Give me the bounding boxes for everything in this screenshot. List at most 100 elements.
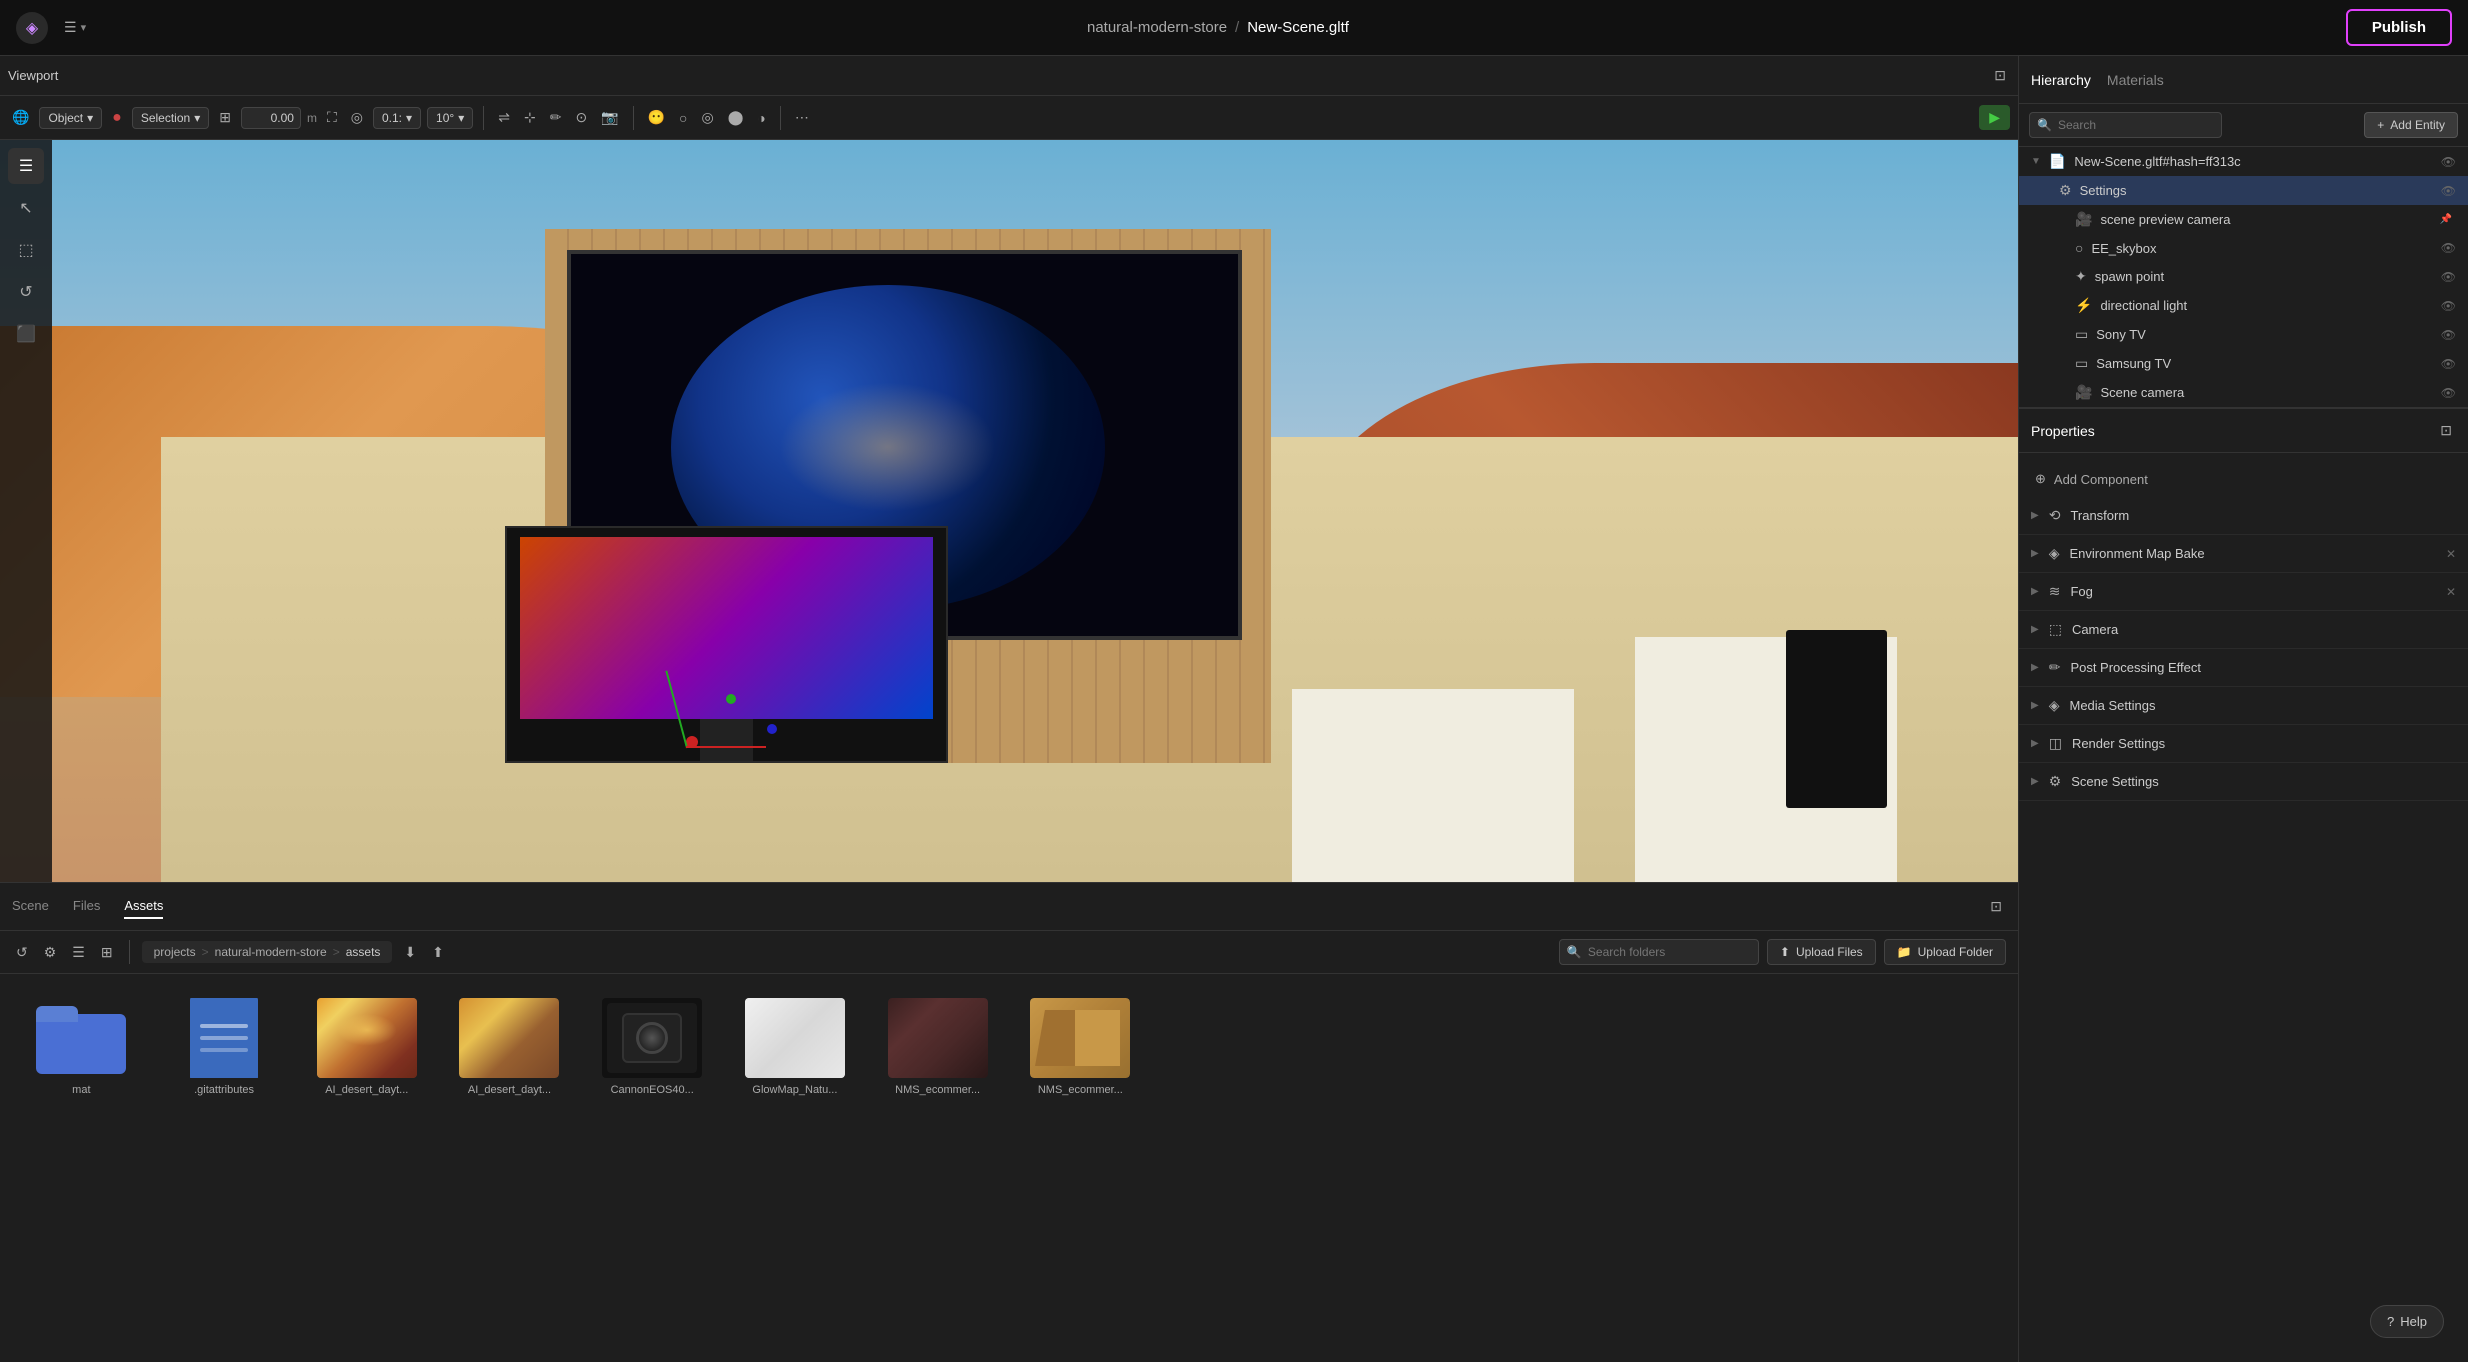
breadcrumb-projects[interactable]: projects <box>154 945 196 959</box>
upload-folder-button[interactable]: 📁 Upload Folder <box>1884 939 2006 965</box>
transform-icon-button[interactable]: ⇌ <box>494 105 514 130</box>
angle-value-select[interactable]: 10° ▾ <box>427 107 473 129</box>
box-tool-button[interactable]: ⬚ <box>8 232 44 268</box>
file-item-ai-desert-2[interactable]: AI_desert_dayt... <box>444 990 575 1104</box>
halfcircle-icon-button[interactable]: ◑ <box>753 106 769 130</box>
prop-render-header[interactable]: ▶ ◫ Render Settings <box>2019 725 2468 762</box>
tab-assets[interactable]: Assets <box>124 894 163 919</box>
file-item-canon[interactable]: CannonEOS40... <box>587 990 718 1104</box>
tree-scene-preview-camera[interactable]: 🎥 scene preview camera 📌 <box>2019 205 2468 234</box>
3d-viewport[interactable] <box>0 140 2018 882</box>
file-item-mat[interactable]: mat <box>16 990 147 1104</box>
world-icon-button[interactable]: 🌐 <box>8 105 33 130</box>
file-item-glowmap[interactable]: GlowMap_Natu... <box>730 990 861 1104</box>
tab-files[interactable]: Files <box>73 894 100 919</box>
sony-eye-icon[interactable]: 👁 <box>2441 328 2456 342</box>
ring-icon-button[interactable]: ◎ <box>698 105 718 130</box>
gitattributes-thumb <box>174 998 274 1078</box>
glowmap-thumb <box>745 998 845 1078</box>
hamburger-button[interactable]: ☰ ▾ <box>60 15 90 40</box>
tree-ee-skybox[interactable]: ○ EE_skybox 👁 <box>2019 234 2468 262</box>
tree-settings[interactable]: ⚙ Settings 👁 <box>2019 176 2468 205</box>
camera-icon-button[interactable]: 📷 <box>597 105 622 130</box>
upload-files-button[interactable]: ⬆ Upload Files <box>1767 939 1876 965</box>
face-icon-button[interactable]: 😶 <box>644 105 669 130</box>
folder-search-input[interactable] <box>1559 939 1759 965</box>
env-map-close-button[interactable]: ✕ <box>2446 547 2456 561</box>
more-options-button[interactable]: ⋯ <box>791 105 813 130</box>
magnet-button[interactable]: ◎ <box>347 105 367 130</box>
fog-close-button[interactable]: ✕ <box>2446 585 2456 599</box>
spawn-eye-icon[interactable]: 👁 <box>2441 270 2456 284</box>
prop-env-map-header[interactable]: ▶ ◈ Environment Map Bake ✕ <box>2019 535 2468 572</box>
play-button[interactable]: ▶ <box>1979 105 2010 130</box>
settings-button[interactable]: ⚙ <box>40 940 61 965</box>
prop-post-header[interactable]: ▶ ✏ Post Processing Effect <box>2019 649 2468 686</box>
download-button[interactable]: ⬇ <box>400 940 420 965</box>
screenshot-tool-button[interactable]: ⬛ <box>8 316 44 352</box>
tree-directional-light[interactable]: ⚡ directional light 👁 <box>2019 291 2468 320</box>
sphere-icon-button[interactable]: ⬤ <box>724 105 748 130</box>
dlight-eye-icon[interactable]: 👁 <box>2441 299 2456 313</box>
prop-transform-header[interactable]: ▶ ⟲ Transform <box>2019 497 2468 534</box>
hierarchy-tab[interactable]: Hierarchy <box>2031 72 2091 88</box>
doc-line-1 <box>200 1024 248 1028</box>
select-tool-button[interactable]: ↖ <box>8 190 44 226</box>
maximize-viewport-button[interactable]: ⊡ <box>1990 63 2010 88</box>
file-item-nms-2[interactable]: NMS_ecommer... <box>1015 990 1146 1104</box>
snap-icon-button[interactable]: ⛶ <box>323 105 341 130</box>
env-map-label: Environment Map Bake <box>2069 546 2435 561</box>
tree-samsung-tv[interactable]: ▭ Samsung TV 👁 <box>2019 349 2468 378</box>
file-item-nms-1[interactable]: NMS_ecommer... <box>872 990 1003 1104</box>
record-button[interactable]: ● <box>108 105 126 131</box>
circle-icon-button[interactable]: ○ <box>675 106 691 130</box>
prop-fog-header[interactable]: ▶ ≋ Fog ✕ <box>2019 573 2468 610</box>
maximize-bottom-panel-button[interactable]: ⊡ <box>1986 894 2006 919</box>
materials-tab[interactable]: Materials <box>2107 72 2164 88</box>
root-eye-icon[interactable]: 👁 <box>2441 155 2456 169</box>
skybox-eye-icon[interactable]: 👁 <box>2441 241 2456 255</box>
samsung-eye-icon[interactable]: 👁 <box>2441 357 2456 371</box>
pivot-icon-button[interactable]: ⊹ <box>520 105 540 130</box>
prop-camera-header[interactable]: ▶ ⬚ Camera <box>2019 611 2468 648</box>
refresh-button[interactable]: ↺ <box>12 940 32 965</box>
tab-scene[interactable]: Scene <box>12 894 49 919</box>
scenecam-eye-icon[interactable]: 👁 <box>2441 386 2456 400</box>
tree-scene-camera[interactable]: 🎥 Scene camera 👁 <box>2019 378 2468 408</box>
post-item-icon: ✏ <box>2049 659 2061 676</box>
rotate-tool-button[interactable]: ↺ <box>8 274 44 310</box>
add-entity-button[interactable]: + Add Entity <box>2364 112 2458 138</box>
samsung-tv-model <box>505 526 949 763</box>
menu-tool-button[interactable]: ☰ <box>8 148 44 184</box>
settings-eye-icon[interactable]: 👁 <box>2441 184 2456 198</box>
grid-view-button[interactable]: ⊞ <box>97 940 117 965</box>
doc-line-2 <box>200 1036 248 1040</box>
file-item-gitattributes[interactable]: .gitattributes <box>159 990 290 1104</box>
file-item-ai-desert-1[interactable]: AI_desert_dayt... <box>301 990 432 1104</box>
grid-button[interactable]: ⊞ <box>215 105 235 130</box>
breadcrumb-project-name[interactable]: natural-modern-store <box>215 945 327 959</box>
maximize-properties-button[interactable]: ⊡ <box>2436 418 2456 443</box>
tree-spawn-point[interactable]: ✦ spawn point 👁 <box>2019 262 2468 291</box>
prop-media-header[interactable]: ▶ ◈ Media Settings <box>2019 687 2468 724</box>
prop-scene-settings-header[interactable]: ▶ ⚙ Scene Settings <box>2019 763 2468 800</box>
add-component-button[interactable]: ⊕ Add Component <box>2019 461 2468 497</box>
breadcrumb-assets[interactable]: assets <box>346 945 381 959</box>
snap-value-select[interactable]: 0.1: ▾ <box>373 107 421 129</box>
prop-section-camera: ▶ ⬚ Camera <box>2019 611 2468 649</box>
settings-item-name: Settings <box>2080 183 2433 198</box>
selection-mode-select[interactable]: Selection ▾ <box>132 107 209 129</box>
position-input[interactable] <box>241 107 301 129</box>
brush-icon-button[interactable]: ✏ <box>546 105 566 130</box>
hierarchy-search-input[interactable] <box>2029 112 2222 138</box>
app-logo[interactable]: ◈ <box>16 12 48 44</box>
prop-section-scene-settings: ▶ ⚙ Scene Settings <box>2019 763 2468 801</box>
tree-root[interactable]: ▼ 📄 New-Scene.gltf#hash=ff313c 👁 <box>2019 147 2468 176</box>
publish-button[interactable]: Publish <box>2346 9 2452 46</box>
object-mode-select[interactable]: Object ▾ <box>39 107 102 129</box>
list-view-button[interactable]: ☰ <box>68 940 89 965</box>
help-button[interactable]: ? Help <box>2370 1305 2444 1338</box>
vr-icon-button[interactable]: ⊙ <box>571 105 591 130</box>
tree-sony-tv[interactable]: ▭ Sony TV 👁 <box>2019 320 2468 349</box>
upload-button[interactable]: ⬆ <box>428 940 448 965</box>
